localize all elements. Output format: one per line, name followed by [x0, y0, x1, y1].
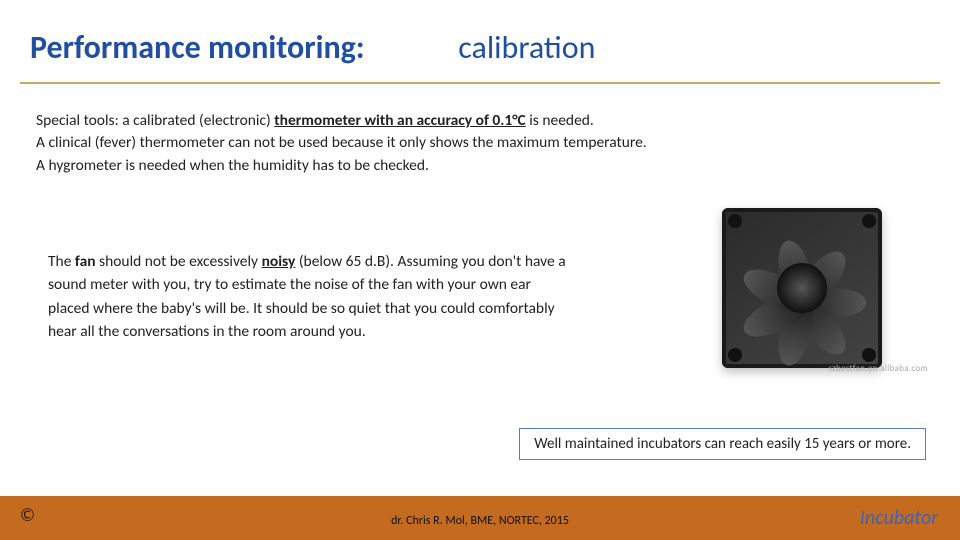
- fan-screw-hole: [728, 214, 742, 228]
- special-tools-paragraph: Special tools: a calibrated (electronic)…: [36, 110, 920, 177]
- body1-after: is needed.: [526, 111, 594, 130]
- body1-line2: A clinical (fever) thermometer can not b…: [36, 133, 647, 152]
- fan-watermark: szbestfan.en.alibaba.com: [828, 363, 928, 374]
- title-right: calibration: [458, 28, 595, 67]
- fan-image: szbestfan.en.alibaba.com: [722, 208, 902, 378]
- longevity-callout: Well maintained incubators can reach eas…: [519, 428, 926, 460]
- title-row: Performance monitoring: calibration: [30, 28, 930, 67]
- fan-screw-hole: [862, 214, 876, 228]
- fan-frame: [722, 208, 882, 368]
- fan-screw-hole: [728, 348, 742, 362]
- body2-fan: fan: [75, 252, 96, 271]
- title-underline: [20, 82, 940, 84]
- footer-credit: dr. Chris R. Mol, BME, NORTEC, 2015: [0, 514, 960, 528]
- body1-line3: A hygrometer is needed when the humidity…: [36, 156, 429, 175]
- footer-brand: Incubator: [860, 506, 938, 530]
- body2-noisy: noisy: [262, 252, 296, 271]
- body1-lead: Special tools: a calibrated (electronic): [36, 111, 274, 130]
- body2-pre: The: [48, 252, 75, 271]
- fan-paragraph: The fan should not be excessively noisy …: [48, 250, 568, 343]
- fan-screw-hole: [862, 348, 876, 362]
- body2-mid1: should not be excessively: [96, 252, 262, 271]
- title-left: Performance monitoring:: [30, 28, 365, 67]
- body1-bold-thermometer: thermometer with an accuracy of 0.1°C: [274, 111, 525, 130]
- fan-hub: [777, 263, 827, 313]
